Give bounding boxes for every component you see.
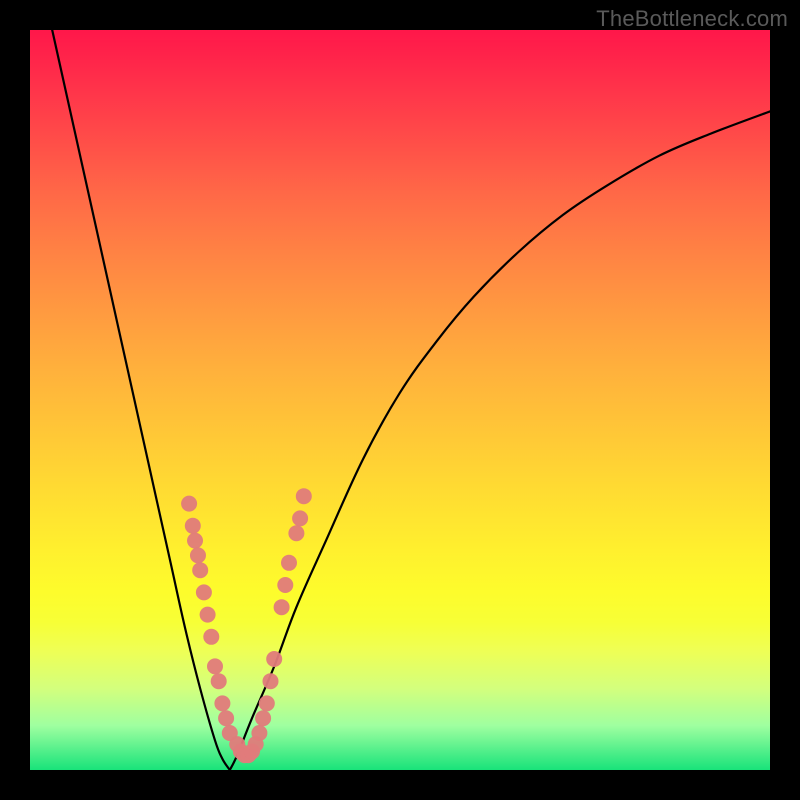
data-marker	[281, 555, 297, 571]
data-marker	[288, 525, 304, 541]
data-marker	[211, 673, 227, 689]
curve-right-branch	[230, 111, 770, 770]
data-marker	[187, 533, 203, 549]
data-marker	[277, 577, 293, 593]
data-marker	[263, 673, 279, 689]
data-marker	[292, 510, 308, 526]
data-marker	[200, 607, 216, 623]
chart-svg	[30, 30, 770, 770]
data-marker	[207, 658, 223, 674]
data-marker	[196, 584, 212, 600]
data-marker	[274, 599, 290, 615]
plot-area	[30, 30, 770, 770]
data-marker	[192, 562, 208, 578]
data-marker	[255, 710, 271, 726]
data-marker	[181, 496, 197, 512]
data-marker	[251, 725, 267, 741]
highlighted-markers	[181, 488, 312, 763]
data-marker	[259, 695, 275, 711]
data-marker	[214, 695, 230, 711]
data-marker	[190, 547, 206, 563]
data-marker	[185, 518, 201, 534]
data-marker	[296, 488, 312, 504]
curve-left-branch	[52, 30, 230, 770]
chart-frame: TheBottleneck.com	[0, 0, 800, 800]
data-marker	[266, 651, 282, 667]
watermark-text: TheBottleneck.com	[596, 6, 788, 32]
data-marker	[218, 710, 234, 726]
data-marker	[203, 629, 219, 645]
